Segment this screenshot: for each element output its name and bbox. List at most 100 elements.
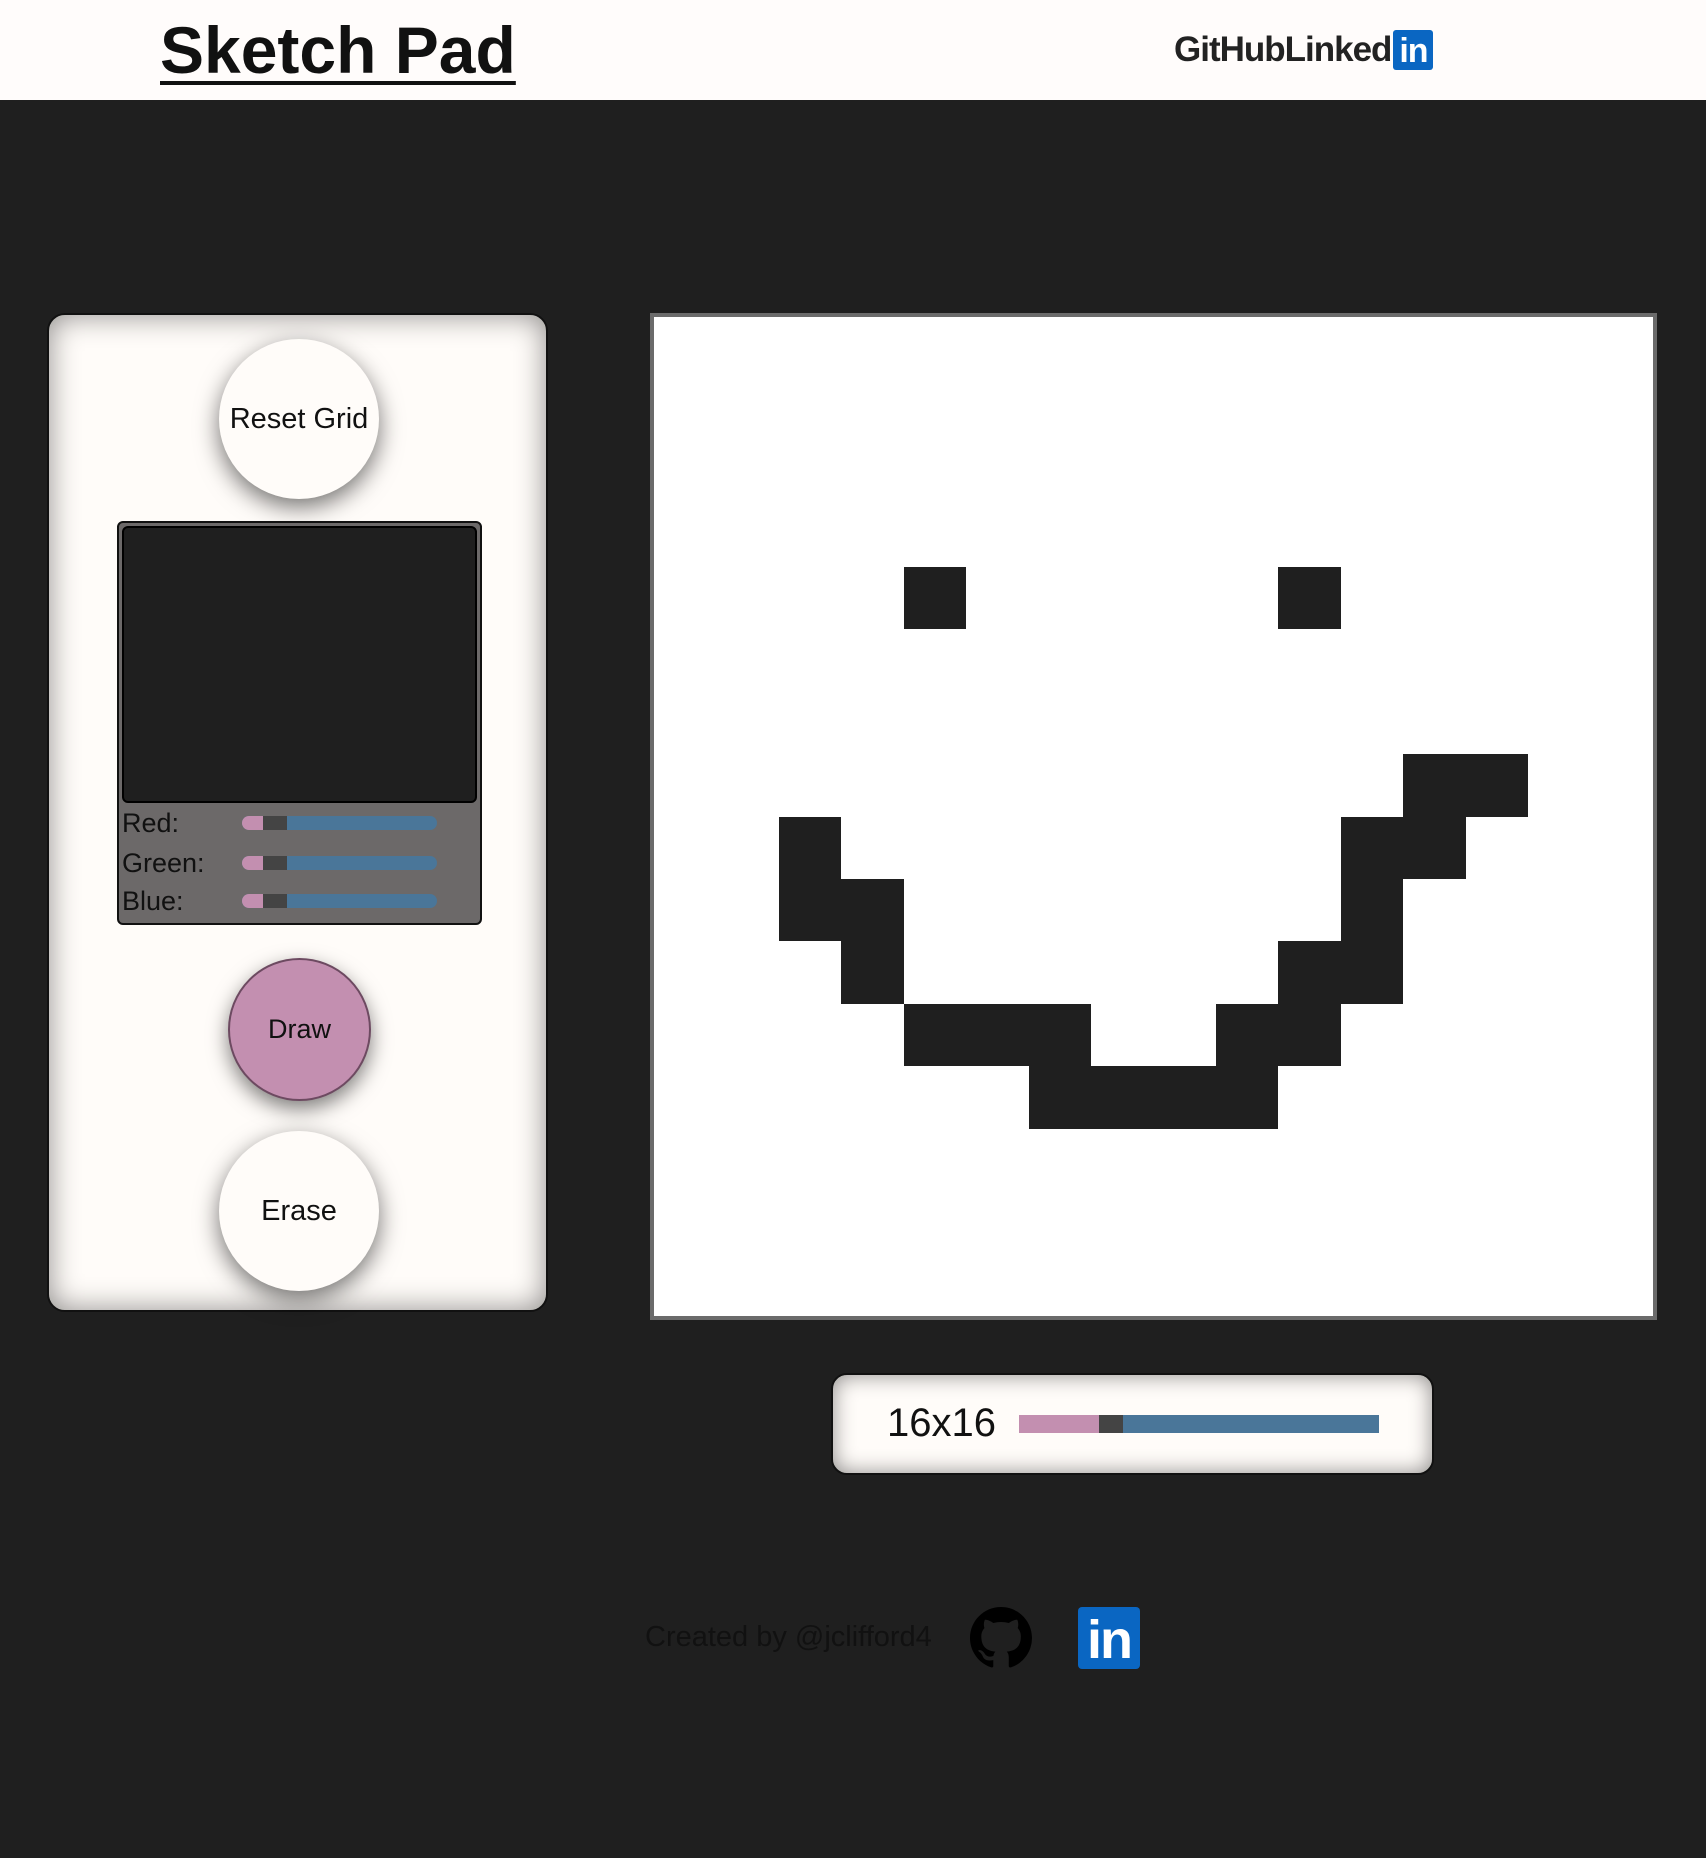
grid-cell[interactable] — [1028, 941, 1092, 1004]
grid-cell[interactable] — [1465, 566, 1529, 630]
grid-cell[interactable] — [1028, 566, 1092, 630]
grid-cell[interactable] — [1215, 1003, 1279, 1067]
grid-cell[interactable] — [1091, 379, 1154, 442]
grid-cell[interactable] — [1153, 1003, 1216, 1067]
grid-cell[interactable] — [1590, 317, 1653, 380]
grid-cell[interactable] — [841, 629, 904, 692]
grid-cell[interactable] — [1091, 691, 1154, 755]
grid-cell[interactable] — [654, 504, 717, 567]
grid-cell[interactable] — [778, 1191, 842, 1254]
grid-cell[interactable] — [1215, 878, 1279, 942]
grid-cell[interactable] — [1340, 754, 1404, 817]
grid-cell[interactable] — [1153, 691, 1216, 755]
grid-cell[interactable] — [841, 379, 904, 442]
grid-cell[interactable] — [1028, 317, 1092, 380]
grid-cell[interactable] — [1028, 691, 1092, 755]
grid-cell[interactable] — [966, 379, 1029, 442]
grid-cell[interactable] — [1465, 941, 1529, 1004]
grid-cell[interactable] — [1153, 1128, 1216, 1192]
grid-cell[interactable] — [716, 441, 779, 505]
grid-cell[interactable] — [966, 1003, 1029, 1067]
grid-cell[interactable] — [778, 878, 842, 942]
grid-cell[interactable] — [1278, 816, 1341, 879]
grid-cell[interactable] — [654, 1003, 717, 1067]
grid-cell[interactable] — [1278, 566, 1341, 630]
red-slider[interactable] — [242, 816, 437, 830]
grid-cell[interactable] — [716, 504, 779, 567]
grid-cell[interactable] — [1091, 629, 1154, 692]
grid-cell[interactable] — [1465, 504, 1529, 567]
grid-cell[interactable] — [903, 629, 967, 692]
grid-cell[interactable] — [778, 1253, 842, 1316]
grid-cell[interactable] — [841, 441, 904, 505]
grid-cell[interactable] — [903, 317, 967, 380]
grid-cell[interactable] — [1528, 816, 1591, 879]
grid-cell[interactable] — [1590, 816, 1653, 879]
grid-cell[interactable] — [778, 504, 842, 567]
grid-cell[interactable] — [1215, 1191, 1279, 1254]
grid-cell[interactable] — [841, 691, 904, 755]
grid-cell[interactable] — [903, 441, 967, 505]
grid-cell[interactable] — [1590, 941, 1653, 1004]
grid-cell[interactable] — [1340, 317, 1404, 380]
grid-cell[interactable] — [903, 754, 967, 817]
grid-cell[interactable] — [1465, 1191, 1529, 1254]
grid-cell[interactable] — [716, 1253, 779, 1316]
grid-cell[interactable] — [1215, 379, 1279, 442]
grid-cell[interactable] — [1590, 754, 1653, 817]
grid-cell[interactable] — [716, 941, 779, 1004]
grid-cell[interactable] — [1528, 1066, 1591, 1129]
red-slider-thumb[interactable] — [262, 816, 287, 830]
grid-cell[interactable] — [1153, 941, 1216, 1004]
grid-cell[interactable] — [1340, 1066, 1404, 1129]
grid-cell[interactable] — [716, 1066, 779, 1129]
grid-cell[interactable] — [1590, 1003, 1653, 1067]
grid-cell[interactable] — [903, 1253, 967, 1316]
grid-cell[interactable] — [1590, 504, 1653, 567]
grid-cell[interactable] — [1091, 1253, 1154, 1316]
grid-cell[interactable] — [1215, 504, 1279, 567]
grid-cell[interactable] — [1091, 317, 1154, 380]
grid-cell[interactable] — [1590, 379, 1653, 442]
grid-cell[interactable] — [841, 1003, 904, 1067]
grid-cell[interactable] — [778, 941, 842, 1004]
grid-cell[interactable] — [778, 754, 842, 817]
grid-cell[interactable] — [778, 441, 842, 505]
grid-cell[interactable] — [1278, 754, 1341, 817]
grid-cell[interactable] — [716, 1191, 779, 1254]
grid-cell[interactable] — [1091, 504, 1154, 567]
grid-cell[interactable] — [654, 379, 717, 442]
grid-cell[interactable] — [1465, 816, 1529, 879]
grid-cell[interactable] — [903, 691, 967, 755]
grid-cell[interactable] — [1215, 1066, 1279, 1129]
header-linkedin-link[interactable]: Linked in — [1285, 30, 1434, 70]
grid-cell[interactable] — [1403, 629, 1466, 692]
grid-cell[interactable] — [966, 941, 1029, 1004]
grid-cell[interactable] — [1528, 504, 1591, 567]
grid-cell[interactable] — [1278, 317, 1341, 380]
grid-cell[interactable] — [1465, 629, 1529, 692]
grid-cell[interactable] — [966, 878, 1029, 942]
grid-cell[interactable] — [654, 317, 717, 380]
grid-cell[interactable] — [1153, 629, 1216, 692]
grid-size-slider[interactable] — [1019, 1415, 1379, 1433]
grid-cell[interactable] — [1028, 816, 1092, 879]
grid-cell[interactable] — [1340, 379, 1404, 442]
grid-cell[interactable] — [716, 1128, 779, 1192]
grid-cell[interactable] — [1215, 816, 1279, 879]
grid-cell[interactable] — [654, 566, 717, 630]
grid-cell[interactable] — [1403, 1191, 1466, 1254]
grid-cell[interactable] — [1153, 878, 1216, 942]
grid-cell[interactable] — [1403, 878, 1466, 942]
grid-cell[interactable] — [1590, 629, 1653, 692]
grid-cell[interactable] — [841, 1253, 904, 1316]
grid-cell[interactable] — [966, 1253, 1029, 1316]
grid-cell[interactable] — [716, 816, 779, 879]
grid-cell[interactable] — [654, 941, 717, 1004]
grid-cell[interactable] — [1528, 1128, 1591, 1192]
grid-cell[interactable] — [1028, 629, 1092, 692]
grid-cell[interactable] — [1091, 878, 1154, 942]
grid-cell[interactable] — [1340, 1003, 1404, 1067]
grid-cell[interactable] — [1340, 1191, 1404, 1254]
grid-cell[interactable] — [1340, 941, 1404, 1004]
